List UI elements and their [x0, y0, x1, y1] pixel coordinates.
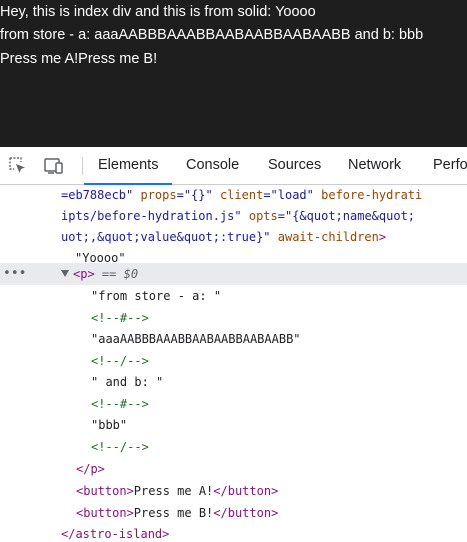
screen: Hey, this is index div and this is from …	[0, 0, 467, 542]
attr-name: client	[212, 188, 264, 202]
tree-row-astro-attrs-3[interactable]: uot;,&quot;value&quot;:true}" await-chil…	[0, 226, 467, 248]
comment-node: <!--/-->	[91, 440, 149, 454]
text-node: "from store - a: "	[91, 289, 222, 303]
inspect-element-icon[interactable]	[8, 156, 28, 176]
tab-sources[interactable]: Sources	[268, 147, 321, 184]
elements-tree: =eb788ecb" props="{}" client="load" befo…	[0, 184, 467, 542]
tree-row-comment-open-2[interactable]: <!--#-->	[0, 393, 467, 415]
tree-row-astro-attrs-1[interactable]: =eb788ecb" props="{}" client="load" befo…	[0, 184, 467, 206]
attr-name: props	[133, 188, 177, 202]
expand-triangle-icon[interactable]	[61, 270, 69, 277]
button-open-tag: <button>	[76, 506, 134, 520]
dollar-zero-ref: $0	[123, 267, 139, 281]
devtools-toolbar: Elements Console Sources Network Perfo	[0, 147, 467, 185]
attr-name: before-hydrati	[313, 188, 423, 202]
equals-marker: ==	[94, 267, 124, 281]
attr-value: ipts/before-hydration.js"	[61, 209, 242, 223]
tab-performance[interactable]: Perfo	[433, 147, 467, 184]
tree-row-text-from-store[interactable]: "from store - a: "	[0, 285, 467, 307]
button-text: Press me B!	[133, 506, 214, 520]
device-toolbar-icon[interactable]	[43, 156, 63, 176]
tree-row-comment-close-2[interactable]: <!--/-->	[0, 436, 467, 458]
tab-elements[interactable]: Elements	[83, 147, 174, 185]
tree-row-astro-attrs-2[interactable]: ipts/before-hydration.js" opts="{&quot;n…	[0, 205, 467, 227]
astro-island-close-tag: </astro-island>	[61, 527, 170, 541]
p-close-tag: </p>	[76, 462, 105, 476]
comment-node: <!--#-->	[91, 397, 149, 411]
comment-node: <!--#-->	[91, 311, 149, 325]
attr-value: uot;,&quot;value&quot;:true}"	[61, 230, 271, 244]
tab-network[interactable]: Network	[348, 147, 401, 184]
attr-value: ="{&quot;name&quot;	[277, 209, 416, 223]
tree-row-p-close[interactable]: </p>	[0, 458, 467, 480]
tree-row-comment-open[interactable]: <!--#-->	[0, 307, 467, 329]
button-close-tag: </button>	[213, 484, 279, 498]
tree-row-text-and-b[interactable]: " and b: "	[0, 371, 467, 393]
attr-value: =eb788ecb"	[61, 188, 134, 202]
preview-buttons-line: Press me A!Press me B!	[0, 49, 157, 69]
tree-row-p-selected[interactable]: ••• <p> == $0	[0, 263, 467, 285]
attr-name: await-children	[270, 230, 379, 244]
attr-value: ="load"	[263, 188, 314, 202]
preview-line-solid: Hey, this is index div and this is from …	[0, 4, 316, 20]
button-open-tag: <button>	[76, 484, 134, 498]
text-node: "bbb"	[91, 418, 128, 432]
attr-name: opts	[241, 209, 278, 223]
text-node: " and b: "	[91, 375, 164, 389]
preview-line-store: from store - a: aaaAABBBAAABBAABAABBAABA…	[0, 27, 424, 43]
tree-row-button-b[interactable]: <button>Press me B!</button>	[0, 502, 467, 524]
press-a-button[interactable]: Press me A!	[0, 51, 78, 67]
text-node: "aaaAABBBAAABBAABAABBAABAABB"	[91, 332, 301, 346]
toolbar-divider	[82, 157, 83, 175]
button-text: Press me A!	[133, 484, 214, 498]
tree-row-text-b-value[interactable]: "bbb"	[0, 414, 467, 436]
tree-row-text-a-value[interactable]: "aaaAABBBAAABBAABAABBAABAABB"	[0, 328, 467, 350]
tree-row-astro-island-close[interactable]: </astro-island>	[0, 523, 467, 542]
p-open-tag: <p>	[73, 267, 95, 281]
press-b-button[interactable]: Press me B!	[78, 51, 157, 67]
tag-bracket: >	[378, 230, 387, 244]
more-options-icon[interactable]: •••	[3, 263, 26, 285]
page-preview: Hey, this is index div and this is from …	[0, 0, 467, 147]
attr-value: ="{}"	[176, 188, 213, 202]
button-close-tag: </button>	[213, 506, 279, 520]
tree-row-comment-close[interactable]: <!--/-->	[0, 350, 467, 372]
tab-console[interactable]: Console	[186, 147, 239, 184]
comment-node: <!--/-->	[91, 354, 149, 368]
tree-row-button-a[interactable]: <button>Press me A!</button>	[0, 480, 467, 502]
